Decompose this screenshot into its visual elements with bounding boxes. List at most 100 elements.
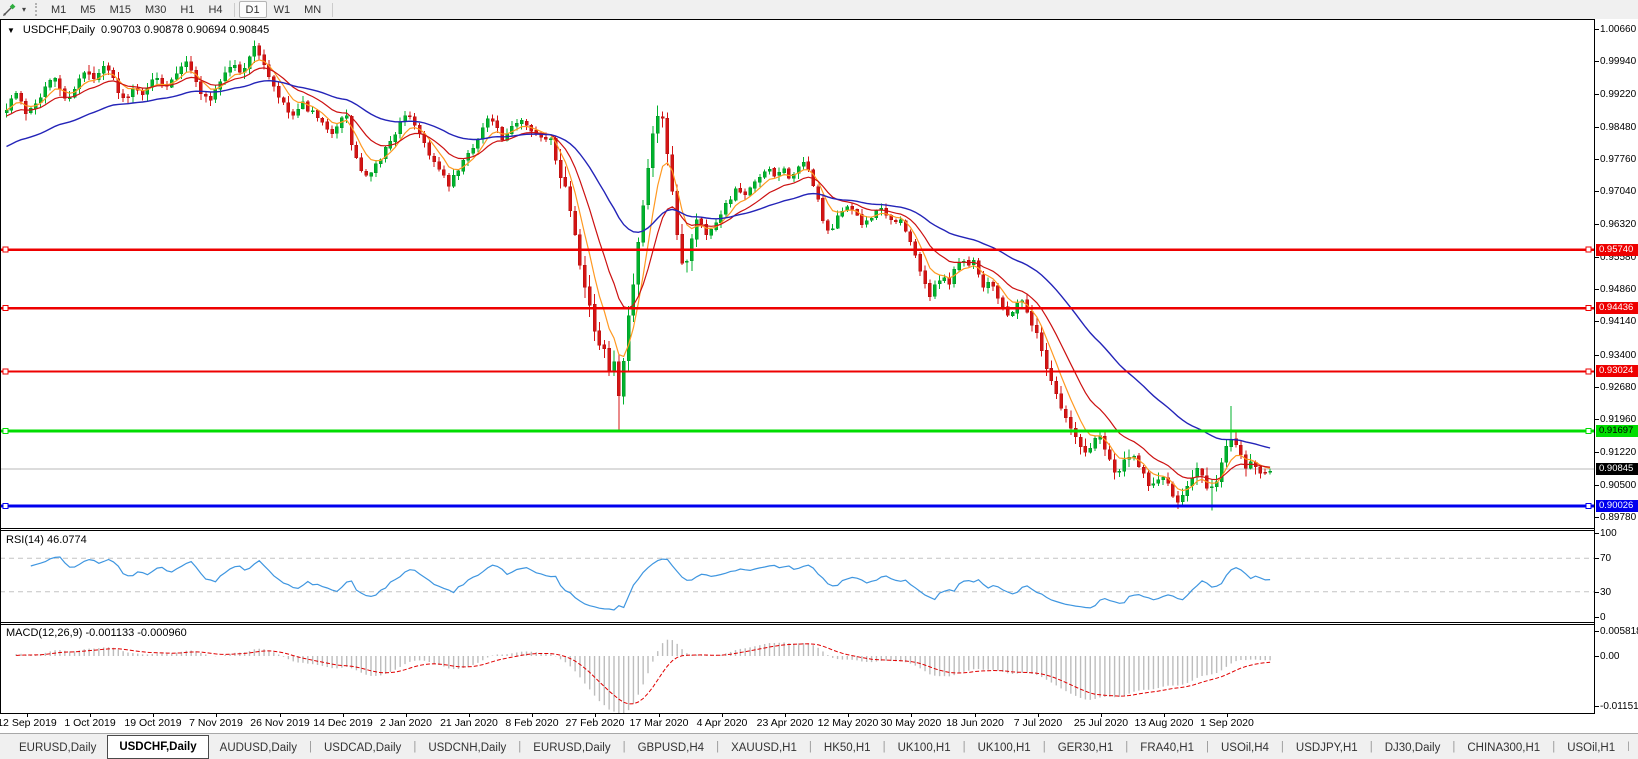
hline-handle[interactable] xyxy=(1586,306,1591,311)
candle-body xyxy=(802,162,805,166)
timeframe-button-H4[interactable]: H4 xyxy=(201,1,229,18)
timeframe-button-M30[interactable]: M30 xyxy=(138,1,173,18)
chart-tab-usoil-h4[interactable]: USOil,H4 xyxy=(1210,736,1280,759)
chart-collapse-icon[interactable]: ▼ xyxy=(7,26,15,35)
candle-body xyxy=(467,153,470,160)
rsi-indicator-canvas[interactable] xyxy=(0,531,1594,622)
chart-tab-gbpusd-h4[interactable]: GBPUSD,H4 xyxy=(627,736,715,759)
candle-body xyxy=(1123,460,1126,472)
candle-body xyxy=(24,101,27,113)
timeframe-button-H1[interactable]: H1 xyxy=(173,1,201,18)
candle-body xyxy=(948,278,951,284)
hline-handle[interactable] xyxy=(3,306,8,311)
candle-body xyxy=(238,65,241,73)
candle-body xyxy=(156,78,159,79)
chart-tab-china300-h1[interactable]: CHINA300,H1 xyxy=(1456,736,1551,759)
chart-tab-xauusd-h1[interactable]: XAUUSD,H1 xyxy=(720,736,808,759)
candle-body xyxy=(987,282,990,288)
candle-body xyxy=(127,97,130,98)
candle-body xyxy=(122,94,125,98)
candle-body xyxy=(525,121,528,125)
candle-body xyxy=(778,172,781,175)
chart-tab-uk100-h1[interactable]: UK100,H1 xyxy=(887,736,962,759)
candle-body xyxy=(1147,473,1150,486)
price-tick-0.98480: 0.98480 xyxy=(1600,122,1636,133)
chart-tab-usoil-h1[interactable]: USOil,H1 xyxy=(1556,736,1626,759)
tool-dropdown-arrow[interactable]: ▾ xyxy=(18,5,30,14)
price-tick-0.99220: 0.99220 xyxy=(1600,89,1636,100)
candle-body xyxy=(851,206,854,209)
chart-tab-fra40-h1[interactable]: FRA40,H1 xyxy=(1129,736,1205,759)
candle-body xyxy=(564,177,567,186)
timeframe-button-M5[interactable]: M5 xyxy=(73,1,102,18)
hline-handle[interactable] xyxy=(1586,503,1591,508)
axis-tick-mark xyxy=(1595,321,1599,322)
chart-tab-dj30-daily[interactable]: DJ30,Daily xyxy=(1374,736,1452,759)
cursor-tool-icon[interactable] xyxy=(0,1,18,18)
candle-body xyxy=(773,168,776,176)
candle-body xyxy=(438,162,441,170)
timeframe-button-M1[interactable]: M1 xyxy=(44,1,73,18)
chart-tab-hk50-h1[interactable]: HK50,H1 xyxy=(813,736,882,759)
date-label: 19 Oct 2019 xyxy=(124,717,181,729)
candle-body xyxy=(758,177,761,182)
candle-body xyxy=(894,220,897,222)
macd-tick-0.00: 0.00 xyxy=(1600,651,1619,662)
toolbar-grip[interactable] xyxy=(35,3,37,16)
hline-handle[interactable] xyxy=(1586,369,1591,374)
date-label: 12 May 2020 xyxy=(818,717,879,729)
hline-handle[interactable] xyxy=(3,369,8,374)
chart-tab-usdcad-daily[interactable]: USDCAD,Daily xyxy=(313,736,412,759)
candle-body xyxy=(656,116,659,133)
chart-tab-audusd-daily[interactable]: AUDUSD,Daily xyxy=(209,736,308,759)
candle-body xyxy=(992,282,995,286)
candle-body xyxy=(982,275,985,287)
toolbar-separator xyxy=(234,3,235,17)
candle-body xyxy=(817,187,820,199)
candle-body xyxy=(1035,325,1038,332)
candle-body xyxy=(1060,394,1063,409)
timeframe-button-D1[interactable]: D1 xyxy=(239,1,267,18)
axis-tick-mark xyxy=(1595,452,1599,453)
chart-tab-eurusd-daily[interactable]: EURUSD,Daily xyxy=(8,736,107,759)
date-label: 4 Apr 2020 xyxy=(697,717,748,729)
candle-body xyxy=(574,211,577,235)
macd-indicator-canvas[interactable] xyxy=(0,625,1594,713)
rsi-indicator-label: RSI(14) 46.0774 xyxy=(6,534,87,546)
hline-handle[interactable] xyxy=(1586,247,1591,252)
candle-body xyxy=(588,287,591,305)
date-label: 2 Jan 2020 xyxy=(380,717,432,729)
candle-body xyxy=(433,156,436,162)
chart-tab-ger30-h1[interactable]: GER30,H1 xyxy=(1047,736,1125,759)
price-tick-0.93400: 0.93400 xyxy=(1600,350,1636,361)
axis-tick-mark xyxy=(1595,257,1599,258)
candle-body xyxy=(1069,417,1072,428)
timeframe-button-MN[interactable]: MN xyxy=(297,1,328,18)
candle-body xyxy=(428,143,431,156)
candle-body xyxy=(229,67,232,72)
hline-handle[interactable] xyxy=(3,503,8,508)
axis-tick-mark xyxy=(1595,533,1599,534)
chart-tab-usdchf-daily[interactable]: USDCHF,Daily xyxy=(107,735,208,759)
price-tick-0.99940: 0.99940 xyxy=(1600,56,1636,67)
axis-tick-mark xyxy=(1595,224,1599,225)
candle-body xyxy=(1030,311,1033,325)
candle-body xyxy=(20,93,23,101)
candle-body xyxy=(263,55,266,65)
rsi-tick-70: 70 xyxy=(1600,553,1611,564)
chart-tab-uk100-h1[interactable]: UK100,H1 xyxy=(967,736,1042,759)
candle-body xyxy=(544,137,547,139)
price-tick-0.97760: 0.97760 xyxy=(1600,154,1636,165)
axis-tick-mark xyxy=(1595,631,1599,632)
main-chart-canvas[interactable] xyxy=(0,20,1594,528)
hline-handle[interactable] xyxy=(1586,429,1591,434)
chart-tab-usdjpy-h1[interactable]: USDJPY,H1 xyxy=(1285,736,1369,759)
chart-tab-eurusd-daily[interactable]: EURUSD,Daily xyxy=(522,736,621,759)
candle-body xyxy=(642,206,645,243)
timeframe-button-W1[interactable]: W1 xyxy=(267,1,298,18)
hline-handle[interactable] xyxy=(3,429,8,434)
chart-tab-usdcnh-daily[interactable]: USDCNH,Daily xyxy=(417,736,517,759)
candle-body xyxy=(287,103,290,113)
timeframe-button-M15[interactable]: M15 xyxy=(103,1,138,18)
hline-handle[interactable] xyxy=(3,247,8,252)
